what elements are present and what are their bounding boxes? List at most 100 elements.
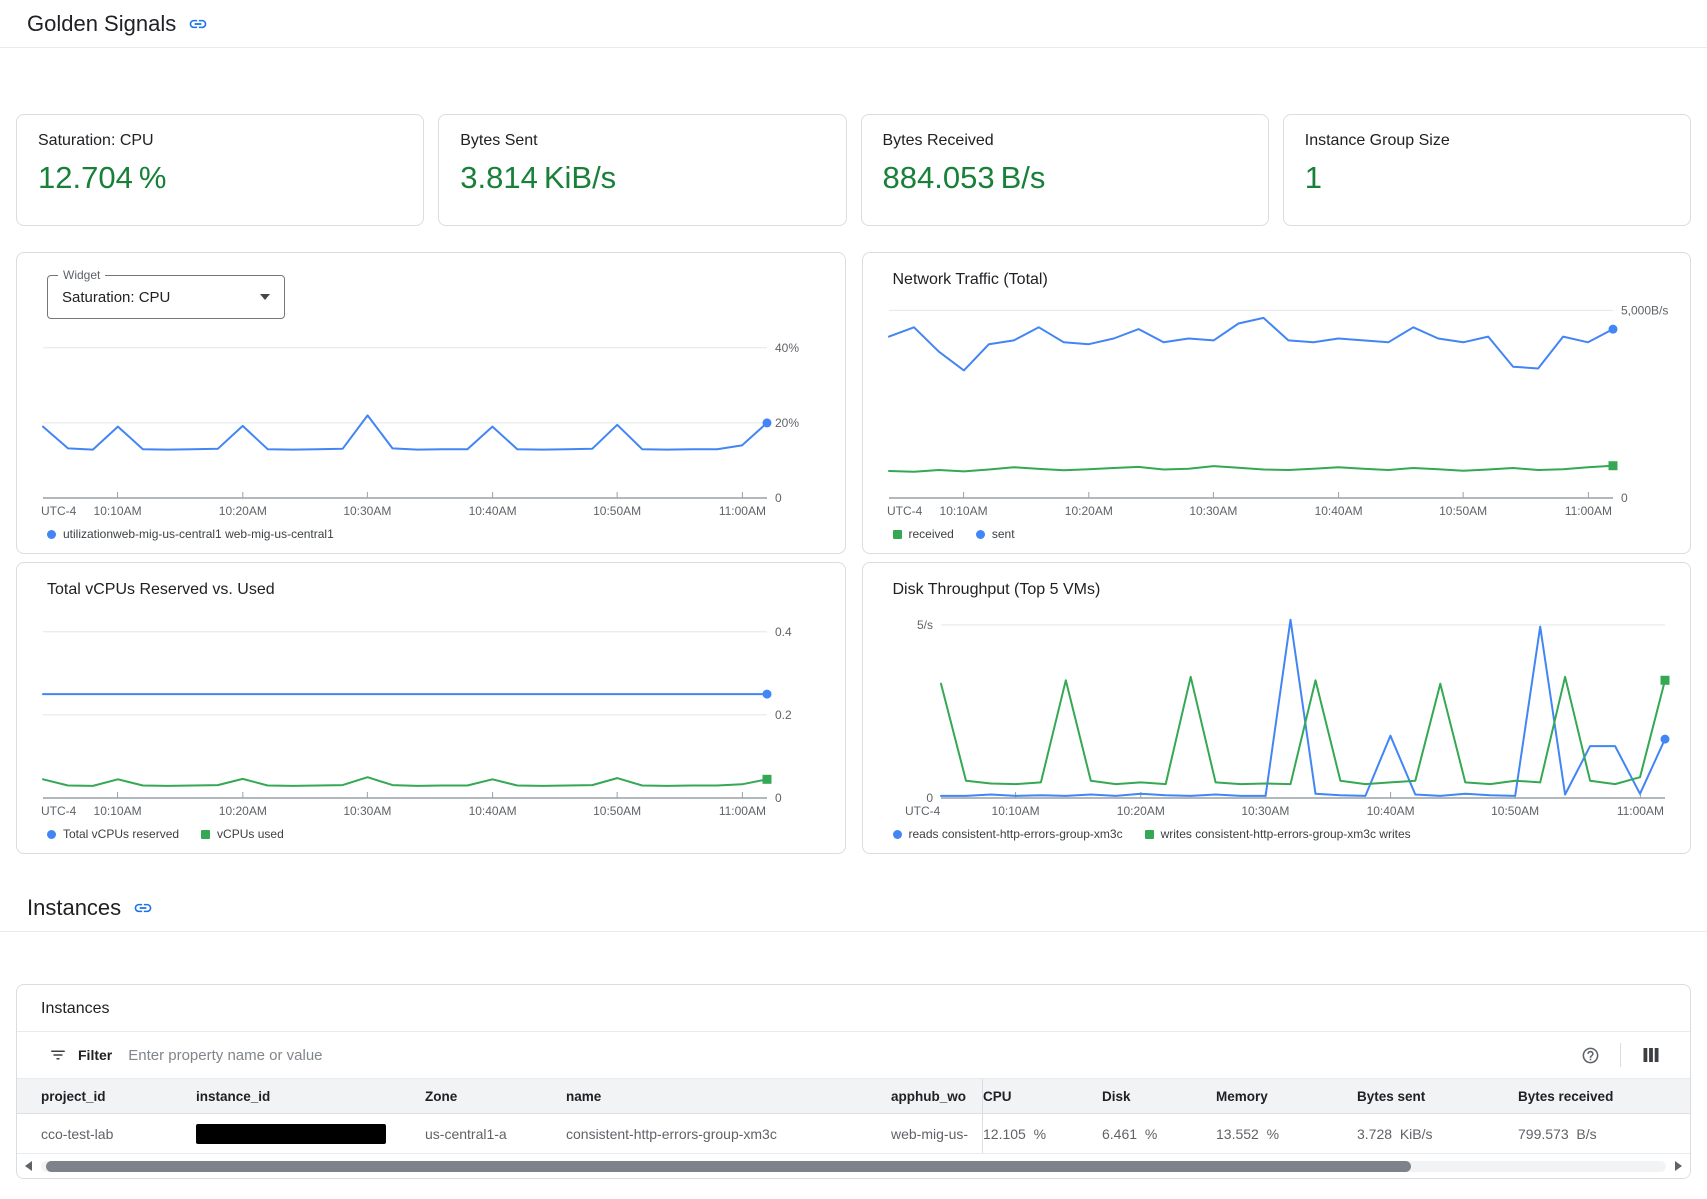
svg-text:0: 0 xyxy=(775,491,782,505)
scorecard-instance-group-size: Instance Group Size 1 xyxy=(1283,114,1691,226)
scrollbar-thumb[interactable] xyxy=(46,1161,1411,1172)
scorecard-label: Saturation: CPU xyxy=(38,132,402,150)
chart-title: Network Traffic (Total) xyxy=(879,265,1675,293)
filter-bar: Filter xyxy=(17,1032,1690,1079)
scroll-left-icon[interactable] xyxy=(25,1161,32,1171)
charts-grid: Widget Saturation: CPU 40%20%010:10AM10:… xyxy=(16,252,1691,854)
svg-text:0.2: 0.2 xyxy=(775,708,792,722)
scorecards-row: Saturation: CPU 12.704% Bytes Sent 3.814… xyxy=(16,114,1691,226)
widget-select-label: Widget xyxy=(58,268,105,282)
chart-title: Disk Throughput (Top 5 VMs) xyxy=(879,575,1675,603)
svg-text:UTC-4: UTC-4 xyxy=(887,504,923,518)
scorecard-label: Bytes Sent xyxy=(460,132,824,150)
svg-text:10:50AM: 10:50AM xyxy=(593,804,641,818)
svg-text:10:20AM: 10:20AM xyxy=(219,504,267,518)
saturation-cpu-chart[interactable]: 40%20%010:10AM10:20AM10:30AM10:40AM10:50… xyxy=(33,321,829,522)
svg-text:10:20AM: 10:20AM xyxy=(1116,804,1164,818)
column-header-apphub-wo[interactable]: apphub_wo xyxy=(891,1079,983,1113)
scorecard-bytes-sent: Bytes Sent 3.814KiB/s xyxy=(438,114,846,226)
widget-chart-card: Widget Saturation: CPU 40%20%010:10AM10:… xyxy=(16,252,846,554)
legend-label: writes consistent-http-errors-group-xm3c… xyxy=(1161,827,1411,841)
scorecard-saturation-cpu: Saturation: CPU 12.704% xyxy=(16,114,424,226)
instances-table-card: Instances Filter project_idinstance_idZo… xyxy=(16,984,1691,1179)
series-marker-icon xyxy=(893,530,902,539)
legend-label: vCPUs used xyxy=(217,827,284,841)
svg-text:20%: 20% xyxy=(775,416,799,430)
column-picker-icon[interactable] xyxy=(1638,1042,1664,1068)
svg-text:10:10AM: 10:10AM xyxy=(939,504,987,518)
column-header-instance-id[interactable]: instance_id xyxy=(196,1079,425,1113)
series-marker-icon xyxy=(201,830,210,839)
table-cell: cco-test-lab xyxy=(41,1114,196,1153)
scorecard-label: Bytes Received xyxy=(883,132,1247,150)
series-marker-icon xyxy=(47,530,56,539)
svg-text:10:50AM: 10:50AM xyxy=(1491,804,1539,818)
instances-header: Instances xyxy=(0,884,1707,932)
legend-item-writes[interactable]: writes consistent-http-errors-group-xm3c… xyxy=(1145,827,1411,841)
legend-item-vcpus-used[interactable]: vCPUs used xyxy=(201,827,284,841)
table-cell: consistent-http-errors-group-xm3c xyxy=(566,1114,891,1153)
column-header-zone[interactable]: Zone xyxy=(425,1079,566,1113)
series-marker-icon xyxy=(1145,830,1154,839)
help-icon[interactable] xyxy=(1577,1042,1603,1068)
column-header-cpu[interactable]: CPU xyxy=(983,1079,1102,1113)
legend-item-vcpus-reserved[interactable]: Total vCPUs reserved xyxy=(47,827,179,841)
disk-throughput-legend: reads consistent-http-errors-group-xm3c … xyxy=(879,822,1675,843)
scorecard-value: 12.704% xyxy=(38,160,402,196)
svg-text:10:50AM: 10:50AM xyxy=(1439,504,1487,518)
legend-item-sent[interactable]: sent xyxy=(976,527,1015,541)
svg-text:5/s: 5/s xyxy=(916,618,932,632)
scorecard-value: 3.814KiB/s xyxy=(460,160,824,196)
widget-select[interactable]: Widget Saturation: CPU xyxy=(47,275,285,319)
scroll-right-icon[interactable] xyxy=(1675,1161,1682,1171)
column-header-memory[interactable]: Memory xyxy=(1216,1079,1357,1113)
svg-text:UTC-4: UTC-4 xyxy=(905,804,941,818)
table-cell: 12.105 % xyxy=(983,1114,1102,1153)
golden-signals-link-icon[interactable] xyxy=(188,14,208,34)
filter-label[interactable]: Filter xyxy=(78,1047,112,1063)
svg-text:10:10AM: 10:10AM xyxy=(991,804,1039,818)
table-cell xyxy=(196,1114,425,1153)
table-cell: 799.573 B/s xyxy=(1518,1114,1690,1153)
page-root: { "sections": { "golden_signals": "Golde… xyxy=(0,0,1707,1199)
filter-input[interactable] xyxy=(128,1047,1577,1064)
golden-signals-heading: Golden Signals xyxy=(27,11,176,37)
table-cell: 3.728 KiB/s xyxy=(1357,1114,1518,1153)
svg-text:10:30AM: 10:30AM xyxy=(343,504,391,518)
table-row[interactable]: cco-test-lab us-central1-aconsistent-http… xyxy=(17,1114,1690,1154)
svg-text:10:40AM: 10:40AM xyxy=(469,504,517,518)
legend-item-utilization[interactable]: utilizationweb-mig-us-central1 web-mig-u… xyxy=(47,527,334,541)
scorecard-bytes-received: Bytes Received 884.053B/s xyxy=(861,114,1269,226)
filter-icon[interactable] xyxy=(49,1046,67,1064)
disk-throughput-chart[interactable]: 5/s010:10AM10:20AM10:30AM10:40AM10:50AM1… xyxy=(879,603,1675,822)
svg-text:11:00AM: 11:00AM xyxy=(719,504,766,518)
svg-text:UTC-4: UTC-4 xyxy=(41,504,77,518)
saturation-cpu-legend: utilizationweb-mig-us-central1 web-mig-u… xyxy=(33,522,829,543)
svg-text:10:40AM: 10:40AM xyxy=(1366,804,1414,818)
svg-text:0.4: 0.4 xyxy=(775,625,792,639)
svg-text:10:20AM: 10:20AM xyxy=(1064,504,1112,518)
table-body: cco-test-lab us-central1-aconsistent-http… xyxy=(17,1114,1690,1154)
scrollbar-track[interactable] xyxy=(41,1161,1666,1172)
series-marker-icon xyxy=(47,830,56,839)
column-header-bytes-received[interactable]: Bytes received xyxy=(1518,1079,1690,1113)
svg-text:10:50AM: 10:50AM xyxy=(593,504,641,518)
svg-text:11:00AM: 11:00AM xyxy=(1616,804,1663,818)
instances-link-icon[interactable] xyxy=(133,898,153,918)
column-header-disk[interactable]: Disk xyxy=(1102,1079,1216,1113)
series-marker-icon xyxy=(976,530,985,539)
legend-item-reads[interactable]: reads consistent-http-errors-group-xm3c xyxy=(893,827,1123,841)
network-traffic-chart[interactable]: 5,000B/s010:10AM10:20AM10:30AM10:40AM10:… xyxy=(879,293,1675,522)
column-header-project-id[interactable]: project_id xyxy=(41,1079,196,1113)
column-header-bytes-sent[interactable]: Bytes sent xyxy=(1357,1079,1518,1113)
vcpus-chart[interactable]: 0.40.2010:10AM10:20AM10:30AM10:40AM10:50… xyxy=(33,603,829,822)
legend-item-received[interactable]: received xyxy=(893,527,954,541)
column-header-name[interactable]: name xyxy=(566,1079,891,1113)
table-cell: us-central1-a xyxy=(425,1114,566,1153)
svg-text:10:10AM: 10:10AM xyxy=(94,504,142,518)
svg-text:0: 0 xyxy=(775,791,782,805)
svg-text:10:40AM: 10:40AM xyxy=(1314,504,1362,518)
redaction-bar xyxy=(196,1124,386,1144)
scorecard-value: 1 xyxy=(1305,160,1669,196)
series-marker-icon xyxy=(893,830,902,839)
